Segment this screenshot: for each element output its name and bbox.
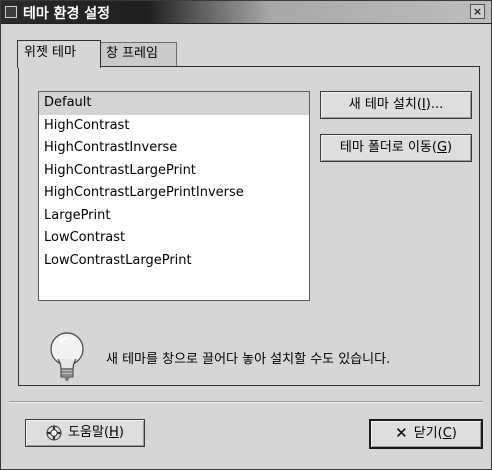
help-mnemonic: H — [109, 425, 119, 440]
list-item[interactable]: LowContrastLargePrint — [39, 250, 309, 273]
close-suffix: ) — [451, 426, 457, 441]
window-title: 테마 환경 설정 — [23, 6, 111, 22]
help-button[interactable]: 도움말(H) — [25, 419, 145, 447]
list-item[interactable]: Default — [39, 92, 309, 115]
close-window-icon[interactable]: × — [470, 4, 485, 19]
tab-widget-theme[interactable]: 위젯 테마 — [17, 40, 101, 68]
close-mnemonic: C — [442, 426, 452, 441]
list-item[interactable]: LowContrast — [39, 227, 309, 250]
list-item[interactable]: HighContrastLargePrintInverse — [39, 182, 309, 205]
install-theme-button[interactable]: 새 테마 설치(I)... — [320, 91, 472, 119]
install-hint-text: 새 테마를 창으로 끌어다 놓아 설치할 수도 있습니다. — [106, 352, 391, 367]
window-menu-icon[interactable] — [5, 6, 17, 18]
install-label: 새 테마 설치( — [348, 97, 422, 112]
goto-label: 테마 폴더로 이동( — [339, 140, 437, 155]
close-button[interactable]: ✕ 닫기(C) — [369, 419, 483, 449]
help-lifebuoy-icon — [46, 425, 62, 440]
goto-suffix: ) — [447, 140, 453, 155]
list-item[interactable]: HighContrast — [39, 115, 309, 138]
help-label: 도움말( — [68, 425, 110, 440]
list-item[interactable]: LargePrint — [39, 205, 309, 228]
lightbulb-icon — [50, 332, 84, 381]
title-bar[interactable]: 테마 환경 설정 × — [1, 1, 491, 24]
tab-window-frame[interactable]: 창 프레임 — [99, 42, 177, 66]
theme-list[interactable]: Default HighContrast HighContrastInverse… — [38, 91, 310, 301]
close-x-icon: ✕ — [395, 424, 408, 442]
footer-separator — [9, 401, 483, 403]
list-item[interactable]: HighContrastLargePrint — [39, 160, 309, 183]
go-to-theme-folder-button[interactable]: 테마 폴더로 이동(G) — [320, 134, 472, 162]
help-suffix: ) — [118, 425, 124, 440]
theme-preferences-window: 테마 환경 설정 × 위젯 테마 창 프레임 Default HighContr… — [0, 0, 492, 470]
close-label: 닫기( — [413, 426, 443, 441]
install-suffix: )... — [425, 97, 444, 112]
goto-mnemonic: G — [436, 140, 448, 155]
list-item[interactable]: HighContrastInverse — [39, 137, 309, 160]
